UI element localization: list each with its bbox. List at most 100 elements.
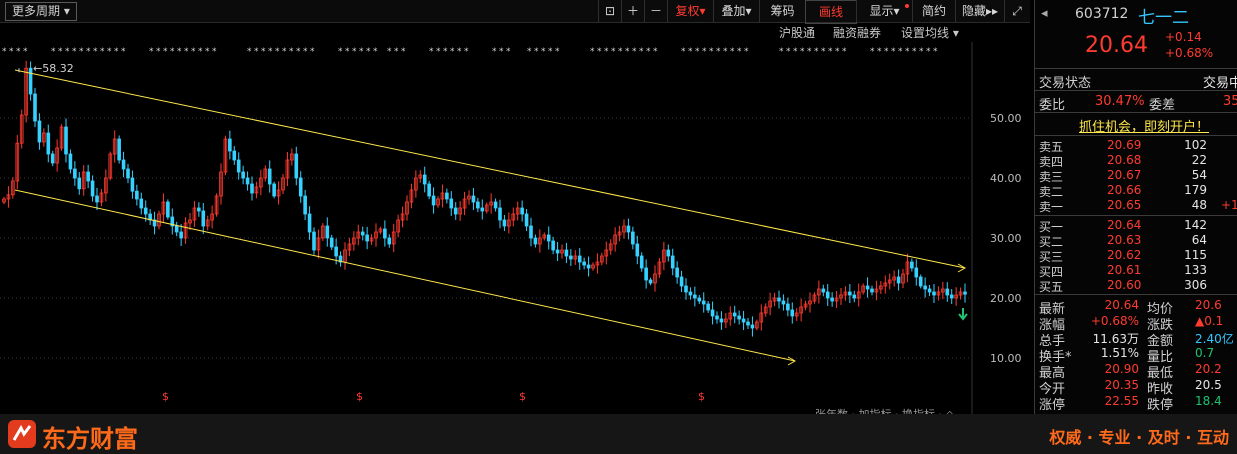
lock-icon[interactable]: ⊡ — [598, 0, 621, 22]
event-marker: * — [100, 47, 105, 57]
candle-body — [710, 309, 715, 317]
event-marker: * — [492, 47, 497, 57]
max-price-label: ←58.32 — [33, 62, 74, 75]
candle-body — [790, 309, 795, 317]
ask-price[interactable]: 20.65 — [1107, 198, 1141, 212]
brand-logo-icon — [8, 420, 36, 448]
candle-body — [445, 192, 449, 200]
event-marker: * — [555, 47, 560, 57]
candle-body — [631, 231, 635, 245]
candle-body — [250, 183, 254, 194]
ask-price[interactable]: 20.66 — [1107, 183, 1141, 197]
display-button[interactable]: 显示▾ — [856, 0, 912, 22]
trade-status-value: 交易中 — [1203, 76, 1237, 91]
down-arrow-icon — [958, 308, 968, 321]
right-adjust-button[interactable]: 复权▾ — [667, 0, 713, 22]
ask-price[interactable]: 20.67 — [1107, 168, 1141, 182]
candle-body — [236, 159, 241, 173]
ask-volume: 179 — [1184, 183, 1207, 197]
bid-price[interactable]: 20.60 — [1107, 278, 1141, 292]
open-account-link[interactable]: 抓住机会，即刻开户！ — [1079, 116, 1209, 135]
hsgt-button[interactable]: 沪股通 — [779, 25, 815, 41]
candle-body — [383, 228, 387, 239]
event-marker: * — [604, 47, 609, 57]
bid-price[interactable]: 20.61 — [1107, 263, 1141, 277]
event-marker: * — [163, 47, 168, 57]
ask-price[interactable]: 20.69 — [1107, 138, 1141, 152]
candle-body — [555, 249, 560, 254]
candle-body — [480, 207, 485, 212]
event-marker: * — [366, 47, 371, 57]
candle-body — [577, 255, 582, 263]
bid-price[interactable]: 20.63 — [1107, 233, 1141, 247]
candle-body — [449, 198, 454, 209]
event-marker: * — [464, 47, 469, 57]
candle-body — [303, 195, 307, 215]
back-icon[interactable]: ◂ — [1041, 6, 1048, 21]
candle-body — [932, 291, 936, 296]
event-marker: * — [457, 47, 462, 57]
event-marker: * — [884, 47, 889, 57]
ma-settings-button[interactable]: 设置均线 ▾ — [901, 25, 959, 41]
candle-body — [697, 297, 702, 302]
candle-body — [50, 153, 55, 164]
event-marker: * — [541, 47, 546, 57]
candle-body — [821, 288, 826, 293]
bid-price[interactable]: 20.64 — [1107, 218, 1141, 232]
ask-volume: 22 — [1191, 153, 1207, 167]
candle-body — [272, 183, 276, 197]
candle-body — [746, 321, 750, 326]
event-marker: * — [359, 47, 364, 57]
candle-body — [143, 207, 148, 215]
y-tick-50: 50.00 — [990, 112, 1022, 125]
event-marker: * — [394, 47, 399, 57]
event-marker: * — [86, 47, 91, 57]
event-marker: * — [121, 47, 126, 57]
event-marker: * — [268, 47, 273, 57]
expand-icon[interactable]: ⤢ — [1004, 0, 1029, 22]
margin-button[interactable]: 融资融券 — [833, 25, 881, 41]
candle-body — [670, 255, 675, 269]
dividend-marker: $ — [356, 390, 363, 403]
zoom-in-icon[interactable]: ＋ — [621, 0, 644, 22]
wc-label: 委差 — [1149, 98, 1176, 113]
brief-button[interactable]: 简约 — [912, 0, 955, 22]
candle-body — [706, 303, 710, 311]
candle-body — [197, 207, 201, 212]
event-marker: * — [191, 47, 196, 57]
candle-body — [498, 207, 502, 221]
event-marker: * — [716, 47, 721, 57]
ask-volume: 102 — [1184, 138, 1207, 152]
event-marker: * — [79, 47, 84, 57]
draw-button[interactable]: 画线 — [805, 0, 857, 24]
candle-body — [232, 150, 237, 161]
stat-value: 11.63万 — [1092, 332, 1139, 346]
event-marker: * — [65, 47, 70, 57]
event-marker: * — [891, 47, 896, 57]
zoom-out-icon[interactable]: － — [644, 0, 667, 22]
candle-body — [33, 93, 37, 122]
overlay-button[interactable]: 叠加▾ — [713, 0, 759, 22]
event-marker: * — [737, 47, 742, 57]
period-dropdown[interactable]: 更多周期 ▾ — [5, 2, 77, 21]
stat-value: 20.2 — [1195, 362, 1222, 376]
hide-button[interactable]: 隐藏▸▸ — [955, 0, 1004, 22]
divider — [1035, 90, 1237, 91]
chips-button[interactable]: 筹码 — [759, 0, 805, 22]
notification-dot — [905, 4, 909, 8]
event-marker: * — [282, 47, 287, 57]
ask-label: 卖一 — [1039, 200, 1064, 214]
event-marker: * — [534, 47, 539, 57]
candle-body — [298, 177, 303, 197]
candle-body — [387, 237, 392, 245]
event-marker: * — [387, 47, 392, 57]
kline-chart[interactable]: * * * * * * * * * * * * * * * * * * * * * * * * * * * * * * * * * * * * * * * *… — [0, 42, 1030, 414]
bid-price[interactable]: 20.62 — [1107, 248, 1141, 262]
candle-body — [750, 324, 755, 329]
event-marker: * — [177, 47, 182, 57]
ask-price[interactable]: 20.68 — [1107, 153, 1141, 167]
event-marker: * — [618, 47, 623, 57]
ma-settings-label: 设置均线 — [901, 26, 950, 40]
event-marker: * — [156, 47, 161, 57]
candle-body — [201, 210, 206, 227]
